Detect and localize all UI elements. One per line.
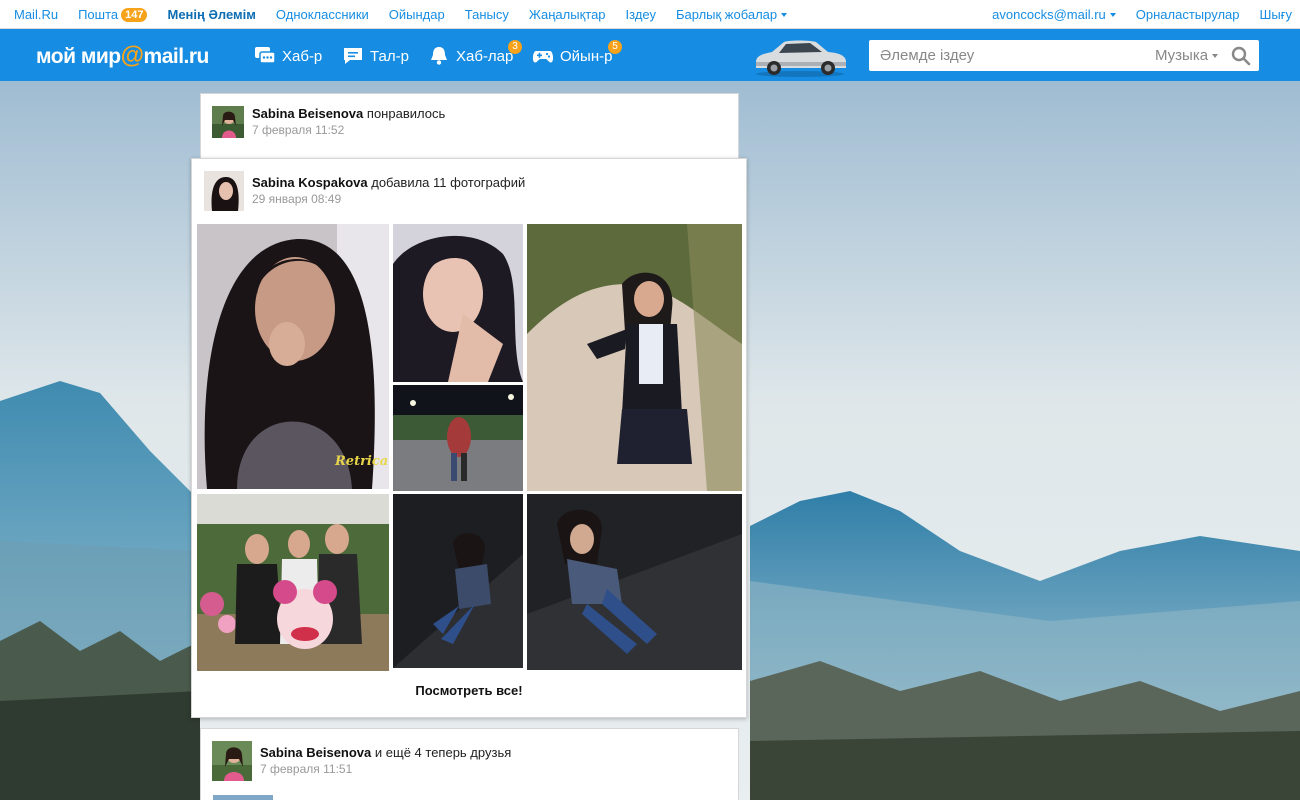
retrica-watermark: Retrica — [335, 454, 389, 469]
feed-item-text: Sabina Beisenova понравилось — [252, 106, 446, 121]
messages-icon — [255, 47, 276, 64]
chevron-down-icon — [1212, 53, 1219, 58]
friend-thumbnail[interactable] — [213, 795, 273, 800]
photo-thumbnail[interactable] — [527, 494, 742, 670]
photo-thumbnail[interactable] — [393, 224, 523, 382]
avatar[interactable] — [212, 741, 252, 781]
feed-item-photos: Sabina Kospakova добавила 11 фотографий … — [191, 158, 747, 718]
author-link[interactable]: Sabina Beisenova — [260, 745, 371, 760]
logout-link[interactable]: Шығу — [1260, 7, 1293, 22]
moi-mir-logo[interactable]: мой мир@mail.ru — [36, 42, 209, 70]
avatar[interactable] — [212, 106, 244, 138]
news-link[interactable]: Жаңалықтар — [529, 7, 606, 22]
odnoklassniki-link[interactable]: Одноклассники — [276, 7, 369, 22]
games-link[interactable]: Ойындар — [389, 7, 445, 22]
my-world-link[interactable]: Менің Әлемім — [167, 7, 255, 22]
search-category-dropdown[interactable]: Музыка — [1155, 40, 1219, 71]
author-link[interactable]: Sabina Beisenova — [252, 106, 363, 121]
nav-games[interactable]: Ойын-р 5 — [532, 40, 622, 70]
mail-link[interactable]: Пошта 147 — [78, 7, 148, 22]
notifications-badge: 3 — [508, 40, 522, 54]
view-all-photos-link[interactable]: Посмотреть все! — [192, 683, 746, 698]
nav-notifications[interactable]: Хаб-лар 3 — [428, 40, 522, 70]
car-ad-image[interactable] — [752, 32, 848, 78]
feed-item-friends: Sabina Beisenova и ещё 4 теперь друзья 7… — [200, 728, 739, 800]
nav-messages[interactable]: Хаб-р — [254, 42, 322, 70]
avatar[interactable] — [204, 171, 244, 211]
bell-icon — [431, 47, 447, 65]
portal-links: Mail.Ru Пошта 147 Менің Әлемім Одноклассн… — [14, 0, 807, 29]
photo-thumbnail[interactable] — [393, 385, 523, 491]
gamepad-icon — [532, 51, 554, 63]
post-date: 29 января 08:49 — [252, 192, 342, 206]
main-header: мой мир@mail.ru Хаб-р Тал-р Хаб-лар 3 Ой… — [0, 29, 1300, 81]
dating-link[interactable]: Танысу — [465, 7, 509, 22]
top-navigation-bar: Mail.Ru Пошта 147 Менің Әлемім Одноклассн… — [0, 0, 1300, 29]
nav-comments[interactable]: Тал-р — [342, 42, 409, 70]
search-icon[interactable] — [1231, 46, 1251, 66]
feed-item-text: Sabina Kospakova добавила 11 фотографий — [252, 175, 526, 190]
feed-item-like: Sabina Beisenova понравилось 7 февраля 1… — [200, 93, 739, 161]
settings-link[interactable]: Орналастырулар — [1136, 7, 1240, 22]
chevron-down-icon — [781, 12, 788, 17]
search-input[interactable] — [869, 47, 1139, 64]
chevron-down-icon — [1109, 12, 1116, 17]
user-email-dropdown[interactable]: avoncocks@mail.ru — [992, 7, 1116, 22]
photo-thumbnail[interactable]: Retrica — [197, 224, 389, 489]
post-date: 7 февраля 11:52 — [252, 123, 345, 137]
search-bar: Музыка — [869, 40, 1259, 71]
photo-thumbnail[interactable] — [527, 224, 742, 491]
photo-thumbnail[interactable] — [197, 494, 389, 671]
feed-item-text: Sabina Beisenova и ещё 4 теперь друзья — [260, 745, 512, 760]
author-link[interactable]: Sabina Kospakova — [252, 175, 368, 190]
search-link[interactable]: Іздеу — [626, 7, 656, 22]
photo-thumbnail[interactable] — [393, 494, 523, 668]
post-date: 7 февраля 11:51 — [260, 762, 353, 776]
comment-icon — [344, 48, 362, 64]
games-badge: 5 — [608, 40, 622, 54]
unread-mail-badge: 147 — [121, 7, 148, 22]
account-links: avoncocks@mail.ru Орналастырулар Шығу — [972, 0, 1292, 29]
all-projects-dropdown[interactable]: Барлық жобалар — [676, 7, 788, 22]
mailru-link[interactable]: Mail.Ru — [14, 7, 58, 22]
